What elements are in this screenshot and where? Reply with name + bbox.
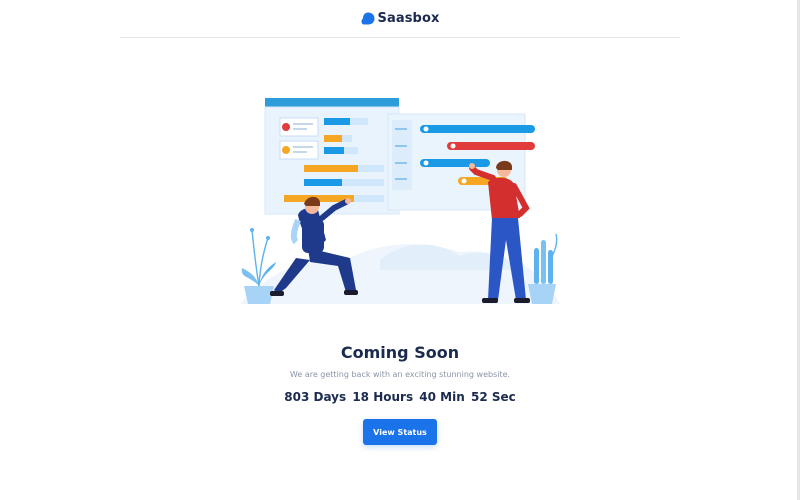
countdown-days: 803 Days [284, 390, 347, 404]
page-subtitle: We are getting back with an exciting stu… [289, 370, 511, 379]
countdown-timer: 803 Days 18 Hours 40 Min 52 Sec [0, 390, 800, 404]
hero-illustration [230, 90, 570, 306]
view-status-button[interactable]: View Status [363, 419, 437, 445]
site-header: Saasbox [120, 0, 680, 38]
coming-soon-page: Saasbox Coming Soon We are getting back … [0, 0, 800, 500]
cloud-blob-icon [361, 12, 375, 25]
countdown-hours: 18 Hours [352, 390, 414, 404]
team-planning-illustration [240, 98, 560, 304]
countdown-seconds: 52 Sec [470, 390, 516, 404]
brand-name: Saasbox [377, 11, 440, 26]
page-title: Coming Soon [340, 343, 460, 362]
brand-logo[interactable]: Saasbox [361, 11, 440, 26]
countdown-minutes: 40 Min [419, 390, 465, 404]
